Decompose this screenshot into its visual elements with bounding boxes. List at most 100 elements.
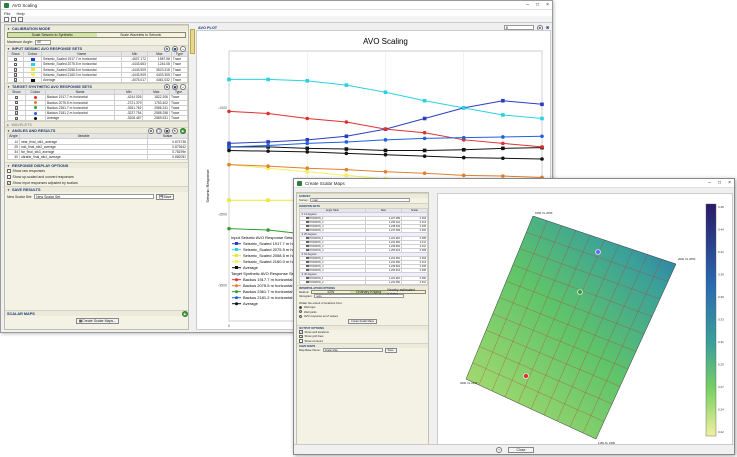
checkbox[interactable]: ✓: [299, 330, 303, 334]
well-location-icon[interactable]: [577, 289, 583, 295]
create-scalar-maps-button[interactable]: ▦ Create Scalar Maps...: [75, 317, 120, 324]
show-checkbox[interactable]: ✓: [14, 95, 18, 99]
side-tab[interactable]: [190, 29, 195, 54]
maximize-icon[interactable]: □: [536, 2, 539, 8]
checkbox[interactable]: [299, 339, 303, 343]
data-point: [305, 141, 310, 146]
minimize-icon[interactable]: –: [526, 2, 529, 8]
settings-icon[interactable]: ⚙: [164, 45, 170, 52]
color-bar-tick: 0.27: [718, 385, 724, 389]
scalar-map[interactable]: 1050 XL 20502000 XL 20501150 XL 23003200…: [438, 194, 734, 447]
menu-help[interactable]: Help: [16, 11, 24, 16]
horizon-name: HORIZON_1: [309, 216, 324, 220]
y-tick-label: -2500: [218, 212, 227, 216]
scalar-value: 0.882051: [147, 153, 188, 161]
map-base-name-input[interactable]: Scalar Map: [322, 348, 383, 353]
copy-icon[interactable]: ❐: [156, 127, 162, 134]
color-bar: [705, 203, 717, 437]
show-checkbox[interactable]: ✓: [14, 111, 18, 115]
data-point: [266, 164, 270, 168]
data-point: [540, 102, 544, 107]
data-point: [383, 152, 388, 157]
method-ordinary-kriging[interactable]: Ordinary Kriging: [349, 290, 388, 294]
method-nearby-kriging[interactable]: Nearby estimated Kriging: [387, 288, 425, 296]
survey-select[interactable]: main: [310, 198, 411, 203]
checkbox[interactable]: [7, 169, 11, 173]
table-row[interactable]: HORIZON_2 1,231.960 0.410: [299, 279, 428, 285]
show-checkbox[interactable]: ✓: [13, 57, 17, 61]
series-swatch: [30, 78, 35, 82]
calibration-mode-toggle: Scale Seismic to Synthetic Scale Wavelet…: [7, 32, 186, 38]
data-point: [422, 154, 427, 158]
color-bar-tick: 0.39: [718, 273, 724, 277]
settings-icon[interactable]: ⚙: [164, 83, 170, 90]
close-icon[interactable]: ×: [728, 180, 731, 186]
settings-icon[interactable]: ⚙: [148, 127, 154, 134]
close-icon[interactable]: ×: [546, 2, 549, 8]
table-icon[interactable]: ▦: [172, 45, 178, 52]
data-point: [461, 173, 466, 178]
show-checkbox[interactable]: ✓: [14, 106, 18, 110]
open-icon[interactable]: [11, 16, 16, 22]
variogram-select[interactable]: auto: [314, 294, 405, 299]
max-angle-input[interactable]: 40: [34, 39, 51, 45]
refresh-icon[interactable]: ↻: [172, 127, 178, 134]
checkbox[interactable]: [7, 175, 11, 179]
set-min: -4075.017: [121, 76, 148, 84]
checkbox[interactable]: ✓: [7, 181, 11, 185]
show-checkbox[interactable]: ✓: [14, 116, 18, 120]
data-point: [540, 157, 544, 161]
new-icon[interactable]: [4, 16, 9, 22]
show-checkbox[interactable]: ✓: [13, 78, 17, 82]
add-icon[interactable]: +: [180, 83, 186, 90]
chart-title: AVO Scaling: [363, 37, 408, 46]
maximize-icon[interactable]: □: [718, 180, 721, 186]
close-button[interactable]: Close: [508, 446, 534, 453]
data-point: [383, 148, 388, 153]
radio[interactable]: [299, 305, 302, 309]
calibration-header[interactable]: ▼ CALIBRATION MODE: [5, 25, 188, 31]
minimize-icon[interactable]: –: [708, 180, 711, 186]
method-idw[interactable]: IDW: [312, 290, 350, 294]
well-location-icon[interactable]: [523, 373, 529, 379]
mode-scale-wavelets[interactable]: Scale Wavelets to Seismic: [97, 33, 186, 37]
table-icon[interactable]: ▦: [172, 83, 178, 90]
well-location-icon[interactable]: [595, 249, 601, 255]
save-icon[interactable]: [18, 16, 23, 22]
show-checkbox[interactable]: ✓: [13, 73, 17, 77]
show-checkbox[interactable]: ✓: [14, 101, 18, 105]
legend-marker: [235, 302, 238, 306]
series-swatch: [30, 63, 35, 67]
app-icon: [4, 2, 9, 8]
set-type: Trace: [170, 76, 188, 84]
legend-entry: Backus 1917.7 m horizontal: [243, 277, 292, 282]
run-icon[interactable]: ▶: [180, 127, 186, 134]
save-maps-button[interactable]: Save: [384, 348, 397, 353]
data-point: [501, 135, 505, 139]
data-point: [422, 130, 427, 135]
scalar-set-name-input[interactable]: New Scalar Set: [34, 194, 155, 200]
show-checkbox[interactable]: ✓: [13, 62, 17, 67]
checkbox[interactable]: ✓: [299, 334, 303, 338]
data-point: [344, 147, 349, 151]
data-point: [344, 83, 349, 87]
help-icon[interactable]: ?: [496, 446, 502, 453]
data-point: [227, 109, 231, 114]
table-icon[interactable]: ▦: [164, 127, 170, 134]
table-row[interactable]: ✓ Average -4075.017 4461.032 Trace: [6, 76, 188, 84]
data-point: [540, 145, 544, 149]
data-point: [305, 79, 310, 83]
data-point: [501, 146, 505, 151]
show-checkbox[interactable]: ✓: [13, 68, 17, 72]
menu-file[interactable]: File: [4, 11, 10, 16]
radio[interactable]: [299, 310, 302, 314]
table-row[interactable]: ✓ Average -3208.487 2589.931 Trace: [7, 115, 188, 122]
table-row[interactable]: 40 ultrafar_final_stk4_average 0.882051: [7, 153, 188, 161]
mode-scale-seismic[interactable]: Scale Seismic to Synthetic: [8, 33, 97, 37]
save-button[interactable]: 💾 Save: [156, 193, 175, 200]
add-icon[interactable]: +: [180, 45, 186, 52]
radio[interactable]: [299, 314, 302, 318]
create-scalar-maps-dialog-button[interactable]: Create Scalar Maps: [348, 319, 377, 324]
set-name: Average: [41, 76, 123, 84]
run-icon[interactable]: ▶: [182, 310, 188, 317]
